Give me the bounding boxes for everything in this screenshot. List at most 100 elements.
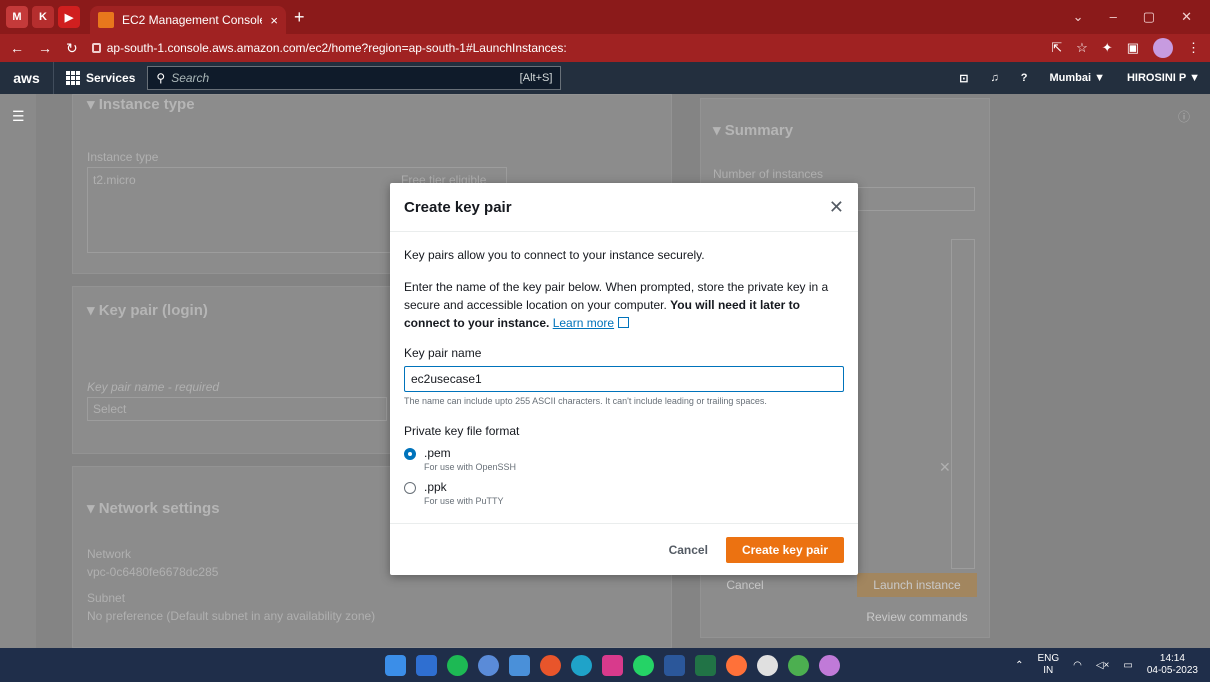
review-commands-link[interactable]: Review commands bbox=[857, 605, 977, 629]
system-tray: ⌃ ENG IN ◠ ◁× ▭ 14:14 04-05-2023 bbox=[1015, 648, 1198, 682]
format-option-pem[interactable]: .pem For use with OpenSSH bbox=[404, 446, 844, 472]
pem-option-text: .pem For use with OpenSSH bbox=[424, 446, 516, 472]
private-key-format-label: Private key file format bbox=[404, 424, 520, 438]
modal-footer: Cancel Create key pair bbox=[390, 523, 858, 575]
firefox-icon[interactable] bbox=[726, 655, 747, 676]
modal-instructions: Enter the name of the key pair below. Wh… bbox=[404, 278, 844, 332]
whatsapp-icon[interactable] bbox=[633, 655, 654, 676]
network-settings-heading: ▾ Network settings bbox=[87, 500, 220, 517]
url-field[interactable]: ap-south-1.console.aws.amazon.com/ec2/ho… bbox=[91, 41, 1038, 55]
format-option-ppk[interactable]: .ppk For use with PuTTY bbox=[404, 480, 844, 506]
extensions-icon[interactable]: ✦ bbox=[1102, 40, 1113, 56]
key-pair-select[interactable] bbox=[87, 397, 387, 421]
dismiss-notice-icon[interactable]: ✕ bbox=[939, 459, 951, 476]
help-icon[interactable]: ? bbox=[1021, 72, 1028, 84]
excel-icon[interactable] bbox=[695, 655, 716, 676]
aws-logo[interactable]: aws bbox=[0, 62, 54, 94]
tab-title: EC2 Management Console bbox=[122, 13, 263, 27]
new-tab-button[interactable]: + bbox=[294, 7, 305, 28]
opera-icon[interactable] bbox=[540, 655, 561, 676]
key-pair-heading: ▾ Key pair (login) bbox=[87, 302, 208, 319]
instance-type-value: t2.micro bbox=[93, 173, 136, 187]
battery-icon[interactable]: ▭ bbox=[1123, 660, 1132, 671]
reload-icon[interactable]: ↻ bbox=[66, 40, 78, 57]
pinned-tab-k[interactable]: K bbox=[32, 6, 54, 28]
profile-avatar[interactable] bbox=[1153, 38, 1173, 58]
window-close-icon[interactable]: ✕ bbox=[1181, 9, 1192, 25]
tab-search-icon[interactable]: ⌄ bbox=[1073, 9, 1084, 25]
ppk-description: For use with PuTTY bbox=[424, 496, 504, 506]
chrome-profile-icon[interactable] bbox=[819, 655, 840, 676]
modal-header: Create key pair ✕ bbox=[390, 183, 858, 232]
summary-scrollbar[interactable] bbox=[951, 239, 975, 569]
aws-search-input[interactable]: ⚲ Search [Alt+S] bbox=[147, 66, 562, 90]
modal-body: Key pairs allow you to connect to your i… bbox=[390, 232, 858, 506]
sidepanel-icon[interactable]: ▣ bbox=[1127, 40, 1139, 56]
chrome-icon[interactable] bbox=[788, 655, 809, 676]
file-explorer-icon[interactable] bbox=[416, 655, 437, 676]
photos-icon[interactable] bbox=[509, 655, 530, 676]
url-text: ap-south-1.console.aws.amazon.com/ec2/ho… bbox=[106, 41, 567, 55]
windows-taskbar: ⌃ ENG IN ◠ ◁× ▭ 14:14 04-05-2023 bbox=[0, 648, 1210, 682]
clock-time: 14:14 bbox=[1159, 653, 1185, 664]
notifications-bell-icon[interactable]: ♫ bbox=[990, 72, 998, 84]
bookmark-star-icon[interactable]: ☆ bbox=[1076, 40, 1088, 56]
language-code: ENG bbox=[1037, 653, 1060, 664]
summary-cancel-button[interactable]: Cancel bbox=[715, 573, 775, 597]
tab-close-icon[interactable]: × bbox=[270, 13, 278, 28]
instagram-icon[interactable] bbox=[602, 655, 623, 676]
ppk-radio[interactable] bbox=[404, 482, 416, 494]
summary-heading: ▾ Summary bbox=[713, 122, 794, 139]
hamburger-menu-icon[interactable]: ☰ bbox=[12, 108, 25, 125]
cancel-button[interactable]: Cancel bbox=[669, 543, 708, 557]
side-navigation: ☰ bbox=[0, 94, 36, 648]
services-grid-icon bbox=[66, 71, 80, 85]
clock[interactable]: 14:14 04-05-2023 bbox=[1147, 653, 1198, 677]
youtube-pinned-tab[interactable]: ▶ bbox=[58, 6, 80, 28]
share-icon[interactable]: ⇱ bbox=[1051, 40, 1062, 56]
volume-muted-icon[interactable]: ◁× bbox=[1096, 660, 1110, 671]
windows-start-icon[interactable] bbox=[385, 655, 406, 676]
external-link-icon bbox=[618, 317, 630, 328]
lock-icon bbox=[91, 43, 101, 53]
learn-more-link[interactable]: Learn more bbox=[553, 316, 614, 330]
search-shortcut: [Alt+S] bbox=[519, 72, 553, 84]
ppk-label: .ppk bbox=[424, 480, 447, 494]
key-pair-name-input[interactable] bbox=[404, 366, 844, 392]
modal-intro-text: Key pairs allow you to connect to your i… bbox=[404, 248, 705, 262]
back-icon[interactable]: ← bbox=[10, 40, 24, 56]
app-icon[interactable] bbox=[757, 655, 778, 676]
services-menu[interactable]: Services bbox=[54, 71, 147, 85]
forward-icon[interactable]: → bbox=[38, 40, 52, 56]
pem-radio[interactable] bbox=[404, 448, 416, 460]
gmail-pinned-tab[interactable]: M bbox=[6, 6, 28, 28]
wifi-icon[interactable]: ◠ bbox=[1073, 660, 1082, 671]
key-pair-name-label: Key pair name - required bbox=[87, 380, 220, 394]
browser-menu-icon[interactable]: ⋮ bbox=[1187, 40, 1200, 56]
word-icon[interactable] bbox=[664, 655, 685, 676]
spotify-icon[interactable] bbox=[447, 655, 468, 676]
settings-gear-icon[interactable] bbox=[478, 655, 499, 676]
tray-expand-icon[interactable]: ⌃ bbox=[1015, 660, 1023, 671]
search-placeholder: Search bbox=[171, 71, 210, 85]
pem-description: For use with OpenSSH bbox=[424, 462, 517, 472]
restore-icon[interactable]: ▢ bbox=[1143, 9, 1155, 25]
aws-nav-right: ⊡ ♫ ? Mumbai ▼ HIROSINI P ▼ bbox=[959, 72, 1210, 85]
info-circle-icon[interactable]: ⓘ bbox=[1178, 108, 1190, 125]
clock-date: 04-05-2023 bbox=[1146, 665, 1198, 676]
launch-instance-button[interactable]: Launch instance bbox=[857, 573, 977, 597]
minimize-icon[interactable]: – bbox=[1110, 9, 1117, 25]
region-selector[interactable]: Mumbai ▼ bbox=[1049, 72, 1105, 84]
user-menu[interactable]: HIROSINI P ▼ bbox=[1127, 72, 1200, 84]
create-key-pair-button[interactable]: Create key pair bbox=[725, 536, 844, 563]
tab-ec2-console[interactable]: EC2 Management Console × bbox=[90, 6, 286, 34]
instance-type-heading: ▾ Instance type bbox=[87, 96, 195, 113]
language-indicator[interactable]: ENG IN bbox=[1037, 653, 1059, 677]
aws-favicon-icon bbox=[98, 12, 114, 28]
address-bar-actions: ⇱ ☆ ✦ ▣ ⋮ bbox=[1051, 38, 1200, 58]
subnet-value: No preference (Default subnet in any ava… bbox=[87, 609, 376, 623]
modal-close-icon[interactable]: ✕ bbox=[829, 197, 844, 218]
edge-icon[interactable] bbox=[571, 655, 592, 676]
network-label: Network bbox=[87, 547, 132, 561]
cloudshell-icon[interactable]: ⊡ bbox=[959, 72, 968, 85]
